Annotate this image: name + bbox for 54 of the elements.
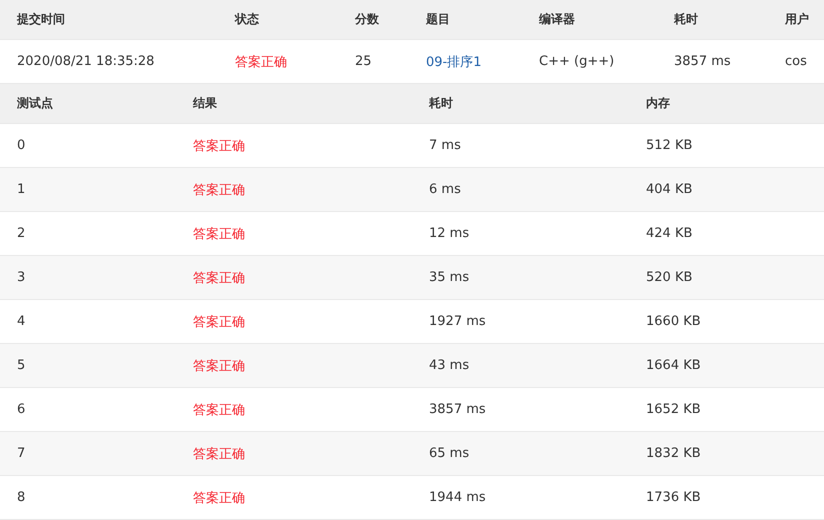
time: 43 ms: [429, 358, 470, 373]
time: 1927 ms: [429, 314, 487, 329]
memory: 1664 KB: [646, 358, 702, 373]
test-case: 7: [17, 446, 26, 461]
time: 3857 ms: [429, 402, 487, 417]
result-text: 答案正确: [193, 358, 246, 374]
score: 25: [355, 54, 373, 69]
result-text: 答案正确: [193, 138, 246, 154]
column-header: 提交时间: [17, 11, 66, 28]
test-case: 6: [17, 402, 26, 417]
user: cos: [785, 54, 808, 69]
time: 12 ms: [429, 226, 470, 241]
column-header: 题目: [426, 11, 451, 28]
test-case: 3: [17, 270, 26, 285]
time: 7 ms: [429, 138, 462, 153]
column-header: 耗时: [429, 95, 454, 112]
time: 35 ms: [429, 270, 470, 285]
column-header: 内存: [646, 95, 671, 112]
memory: 512 KB: [646, 138, 694, 153]
column-header: 结果: [193, 95, 218, 112]
column-header: 耗时: [674, 11, 699, 28]
result-text: 答案正确: [193, 226, 246, 242]
memory: 424 KB: [646, 226, 694, 241]
result-text: 答案正确: [193, 182, 246, 198]
memory: 1832 KB: [646, 446, 702, 461]
result-text: 答案正确: [193, 402, 246, 418]
status-text: 答案正确: [235, 54, 288, 70]
result-text: 答案正确: [193, 446, 246, 462]
time: 6 ms: [429, 182, 462, 197]
column-header: 用户: [785, 11, 810, 28]
column-header: 测试点: [17, 95, 54, 112]
time: 1944 ms: [429, 490, 487, 505]
column-header: 分数: [355, 11, 380, 28]
column-header: 状态: [235, 11, 260, 28]
submit-time: 2020/08/21 18:35:28: [17, 54, 156, 69]
memory: 404 KB: [646, 182, 694, 197]
test-case: 4: [17, 314, 26, 329]
test-case: 5: [17, 358, 26, 373]
compiler: C++ (g++): [539, 54, 616, 69]
test-case: 0: [17, 138, 26, 153]
column-header: 编译器: [539, 11, 576, 28]
test-case: 8: [17, 490, 26, 505]
problem-link[interactable]: 09-排序1: [426, 52, 539, 70]
result-text: 答案正确: [193, 490, 246, 506]
result-text: 答案正确: [193, 270, 246, 286]
test-case: 2: [17, 226, 26, 241]
memory: 1660 KB: [646, 314, 702, 329]
test-case: 1: [17, 182, 26, 197]
duration: 3857 ms: [674, 54, 732, 69]
result-text: 答案正确: [193, 314, 246, 330]
memory: 520 KB: [646, 270, 694, 285]
memory: 1736 KB: [646, 490, 702, 505]
time: 65 ms: [429, 446, 470, 461]
memory: 1652 KB: [646, 402, 702, 417]
